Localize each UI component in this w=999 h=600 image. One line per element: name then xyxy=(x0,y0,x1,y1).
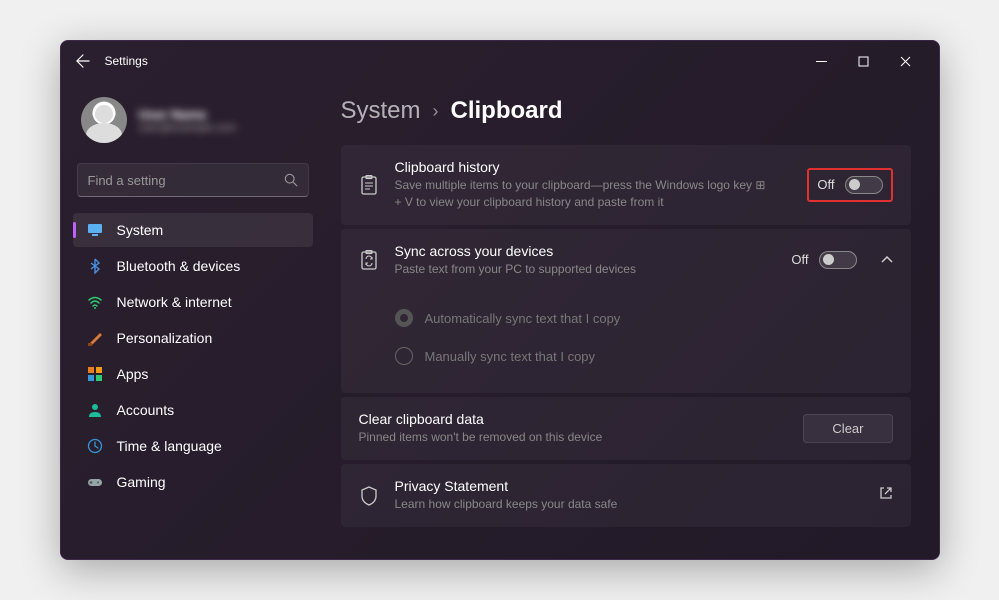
avatar xyxy=(81,97,127,143)
minimize-button[interactable] xyxy=(801,45,843,77)
sidebar-item-accounts[interactable]: Accounts xyxy=(73,393,313,427)
settings-window: Settings User Name user@example.com xyxy=(60,40,940,560)
back-button[interactable] xyxy=(73,51,93,71)
brush-icon xyxy=(87,330,103,346)
radio-label: Manually sync text that I copy xyxy=(425,349,596,364)
card-title: Clear clipboard data xyxy=(359,411,788,427)
close-button[interactable] xyxy=(885,45,927,77)
bluetooth-icon xyxy=(87,258,103,274)
system-icon xyxy=(87,222,103,238)
profile-section[interactable]: User Name user@example.com xyxy=(69,89,317,159)
profile-name: User Name xyxy=(139,107,237,122)
clear-button[interactable]: Clear xyxy=(803,414,892,443)
clipboard-history-card: Clipboard history Save multiple items to… xyxy=(341,145,911,225)
clear-data-card: Clear clipboard data Pinned items won't … xyxy=(341,397,911,460)
sidebar-item-gaming[interactable]: Gaming xyxy=(73,465,313,499)
gamepad-icon xyxy=(87,474,103,490)
history-toggle-highlighted: Off xyxy=(807,168,892,202)
sync-option-auto[interactable]: Automatically sync text that I copy xyxy=(395,299,893,337)
person-icon xyxy=(87,402,103,418)
profile-info: User Name user@example.com xyxy=(139,107,237,134)
card-description: Paste text from your PC to supported dev… xyxy=(395,261,775,278)
sidebar-item-apps[interactable]: Apps xyxy=(73,357,313,391)
window-title: Settings xyxy=(105,54,789,68)
sidebar-item-label: Personalization xyxy=(117,330,213,346)
chevron-right-icon: › xyxy=(433,101,439,122)
sidebar-item-label: System xyxy=(117,222,164,238)
radio-icon xyxy=(395,309,413,327)
sync-devices-card: Sync across your devices Paste text from… xyxy=(341,229,911,394)
breadcrumb-current: Clipboard xyxy=(451,97,563,125)
history-toggle[interactable] xyxy=(845,176,883,194)
search-input[interactable] xyxy=(88,173,276,188)
card-description: Learn how clipboard keeps your data safe xyxy=(395,496,775,513)
sync-icon xyxy=(359,250,379,270)
sidebar-item-bluetooth[interactable]: Bluetooth & devices xyxy=(73,249,313,283)
search-icon xyxy=(284,173,298,187)
sidebar-item-label: Apps xyxy=(117,366,149,382)
sync-option-manual[interactable]: Manually sync text that I copy xyxy=(395,337,893,375)
sync-options: Automatically sync text that I copy Manu… xyxy=(341,291,911,393)
nav-list: System Bluetooth & devices Network & int… xyxy=(69,213,317,499)
titlebar: Settings xyxy=(61,41,939,81)
search-box[interactable] xyxy=(77,163,309,197)
breadcrumb-parent[interactable]: System xyxy=(341,97,421,125)
card-description: Save multiple items to your clipboard—pr… xyxy=(395,177,775,211)
sidebar-item-personalization[interactable]: Personalization xyxy=(73,321,313,355)
main-panel: System › Clipboard Clipboard history Sav… xyxy=(321,81,939,559)
sync-toggle[interactable] xyxy=(819,251,857,269)
clock-globe-icon xyxy=(87,438,103,454)
clipboard-icon xyxy=(359,175,379,195)
breadcrumb: System › Clipboard xyxy=(341,97,911,125)
card-title: Privacy Statement xyxy=(395,478,863,494)
sidebar: User Name user@example.com System xyxy=(61,81,321,559)
sidebar-item-label: Accounts xyxy=(117,402,175,418)
radio-icon xyxy=(395,347,413,365)
sidebar-item-system[interactable]: System xyxy=(73,213,313,247)
card-title: Clipboard history xyxy=(395,159,792,175)
radio-label: Automatically sync text that I copy xyxy=(425,311,621,326)
sidebar-item-label: Bluetooth & devices xyxy=(117,258,241,274)
window-controls xyxy=(801,45,927,77)
chevron-up-icon[interactable] xyxy=(881,253,893,267)
wifi-icon xyxy=(87,294,103,310)
external-link-icon xyxy=(879,486,893,505)
sidebar-item-time[interactable]: Time & language xyxy=(73,429,313,463)
sync-toggle-wrap: Off xyxy=(791,251,856,269)
maximize-button[interactable] xyxy=(843,45,885,77)
profile-email: user@example.com xyxy=(139,122,237,134)
sidebar-item-label: Network & internet xyxy=(117,294,232,310)
toggle-state-label: Off xyxy=(791,252,808,267)
shield-icon xyxy=(359,486,379,506)
sidebar-item-label: Gaming xyxy=(117,474,166,490)
privacy-statement-card[interactable]: Privacy Statement Learn how clipboard ke… xyxy=(341,464,911,527)
card-description: Pinned items won't be removed on this de… xyxy=(359,429,739,446)
sidebar-item-network[interactable]: Network & internet xyxy=(73,285,313,319)
back-arrow-icon xyxy=(76,54,90,68)
sidebar-item-label: Time & language xyxy=(117,438,222,454)
apps-icon xyxy=(87,366,103,382)
card-title: Sync across your devices xyxy=(395,243,776,259)
toggle-state-label: Off xyxy=(817,177,834,192)
content-area: User Name user@example.com System xyxy=(61,81,939,559)
